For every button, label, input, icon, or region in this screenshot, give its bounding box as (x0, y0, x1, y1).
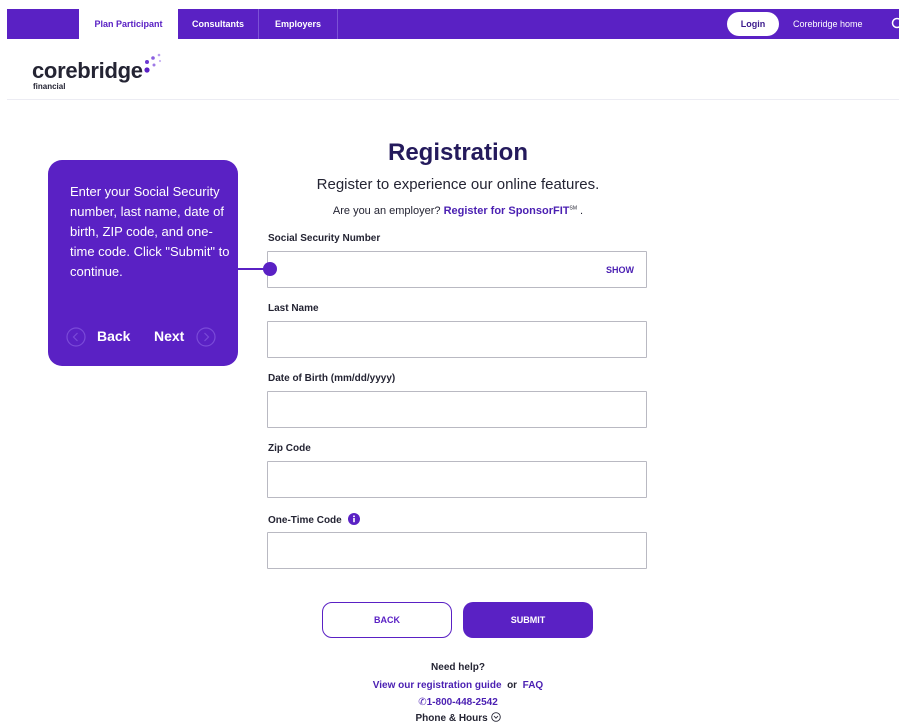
corebridge-home-link[interactable]: Corebridge home (793, 9, 863, 39)
tooltip-prev-arrow-icon (66, 327, 86, 347)
logo-wordmark: corebridge (32, 58, 143, 83)
corebridge-logo[interactable]: corebridge financial (32, 52, 162, 92)
zip-field[interactable] (267, 461, 647, 498)
header-divider (7, 99, 899, 100)
phone-icon: ✆ (418, 697, 427, 708)
submit-button[interactable]: SUBMIT (463, 602, 593, 638)
phone-hours-toggle[interactable]: Phone & Hours (258, 712, 658, 724)
last-name-input[interactable] (268, 322, 646, 357)
phone-number: 1-800-448-2542 (426, 697, 498, 708)
last-name-label: Last Name (268, 303, 319, 314)
dob-label: Date of Birth (mm/dd/yyyy) (268, 373, 396, 384)
zip-label: Zip Code (268, 443, 311, 454)
search-icon[interactable] (891, 17, 899, 31)
tab-employers[interactable]: Employers (259, 9, 337, 39)
page-subtitle: Register to experience our online featur… (316, 176, 600, 193)
trademark-mark: SM (569, 205, 577, 212)
otc-input[interactable] (268, 533, 646, 568)
tab-plan-participant[interactable]: Plan Participant (79, 9, 178, 39)
otc-label: One-Time Code (268, 515, 342, 526)
page-title: Registration (387, 139, 528, 166)
top-nav-bar: Plan Participant Consultants Employers L… (7, 9, 899, 39)
faq-link[interactable]: FAQ (523, 680, 544, 691)
phone-row[interactable]: ✆1-800-448-2542 (258, 697, 658, 708)
ssn-field[interactable]: SHOW (267, 251, 647, 288)
back-button[interactable]: BACK (322, 602, 452, 638)
otc-field[interactable] (267, 532, 647, 569)
phone-hours-label: Phone & Hours (415, 713, 488, 724)
login-button[interactable]: Login (727, 12, 779, 36)
dob-input[interactable] (268, 392, 646, 427)
tooltip-next-button[interactable]: Next (154, 325, 184, 347)
dob-field[interactable] (267, 391, 647, 428)
logo-dots-icon (144, 53, 162, 73)
employer-prompt-text: Are you an employer? (332, 205, 441, 217)
chevron-down-circle-icon (490, 712, 501, 722)
register-sponsorfit-link[interactable]: Register for SponsorFIT (444, 205, 570, 217)
tooltip-next-arrow-icon (196, 327, 216, 347)
otc-label-row: One-Time Code (268, 513, 360, 526)
tooltip-back-button[interactable]: Back (97, 325, 130, 347)
tooltip-back-label: Back (97, 328, 131, 344)
employer-prompt-line: Are you an employer? Register for Sponso… (258, 205, 658, 217)
help-title: Need help? (431, 662, 485, 673)
ssn-label: Social Security Number (268, 233, 381, 244)
ssn-input[interactable] (268, 252, 646, 287)
help-or-text: or (507, 680, 518, 691)
employer-prompt-end: . (580, 205, 584, 217)
tab-divider (337, 9, 338, 39)
show-ssn-toggle[interactable]: SHOW (606, 265, 634, 275)
tooltip-next-label: Next (154, 328, 185, 344)
tooltip-connector-dot (263, 262, 277, 276)
tab-consultants[interactable]: Consultants (179, 9, 257, 39)
help-links-row: View our registration guide or FAQ (258, 680, 658, 691)
tooltip-text: Enter your Social Security number, last … (70, 184, 230, 279)
info-icon[interactable] (347, 513, 360, 525)
logo-subtitle: financial (33, 82, 66, 91)
registration-guide-link[interactable]: View our registration guide (373, 680, 502, 691)
last-name-field[interactable] (267, 321, 647, 358)
zip-input[interactable] (268, 462, 646, 497)
